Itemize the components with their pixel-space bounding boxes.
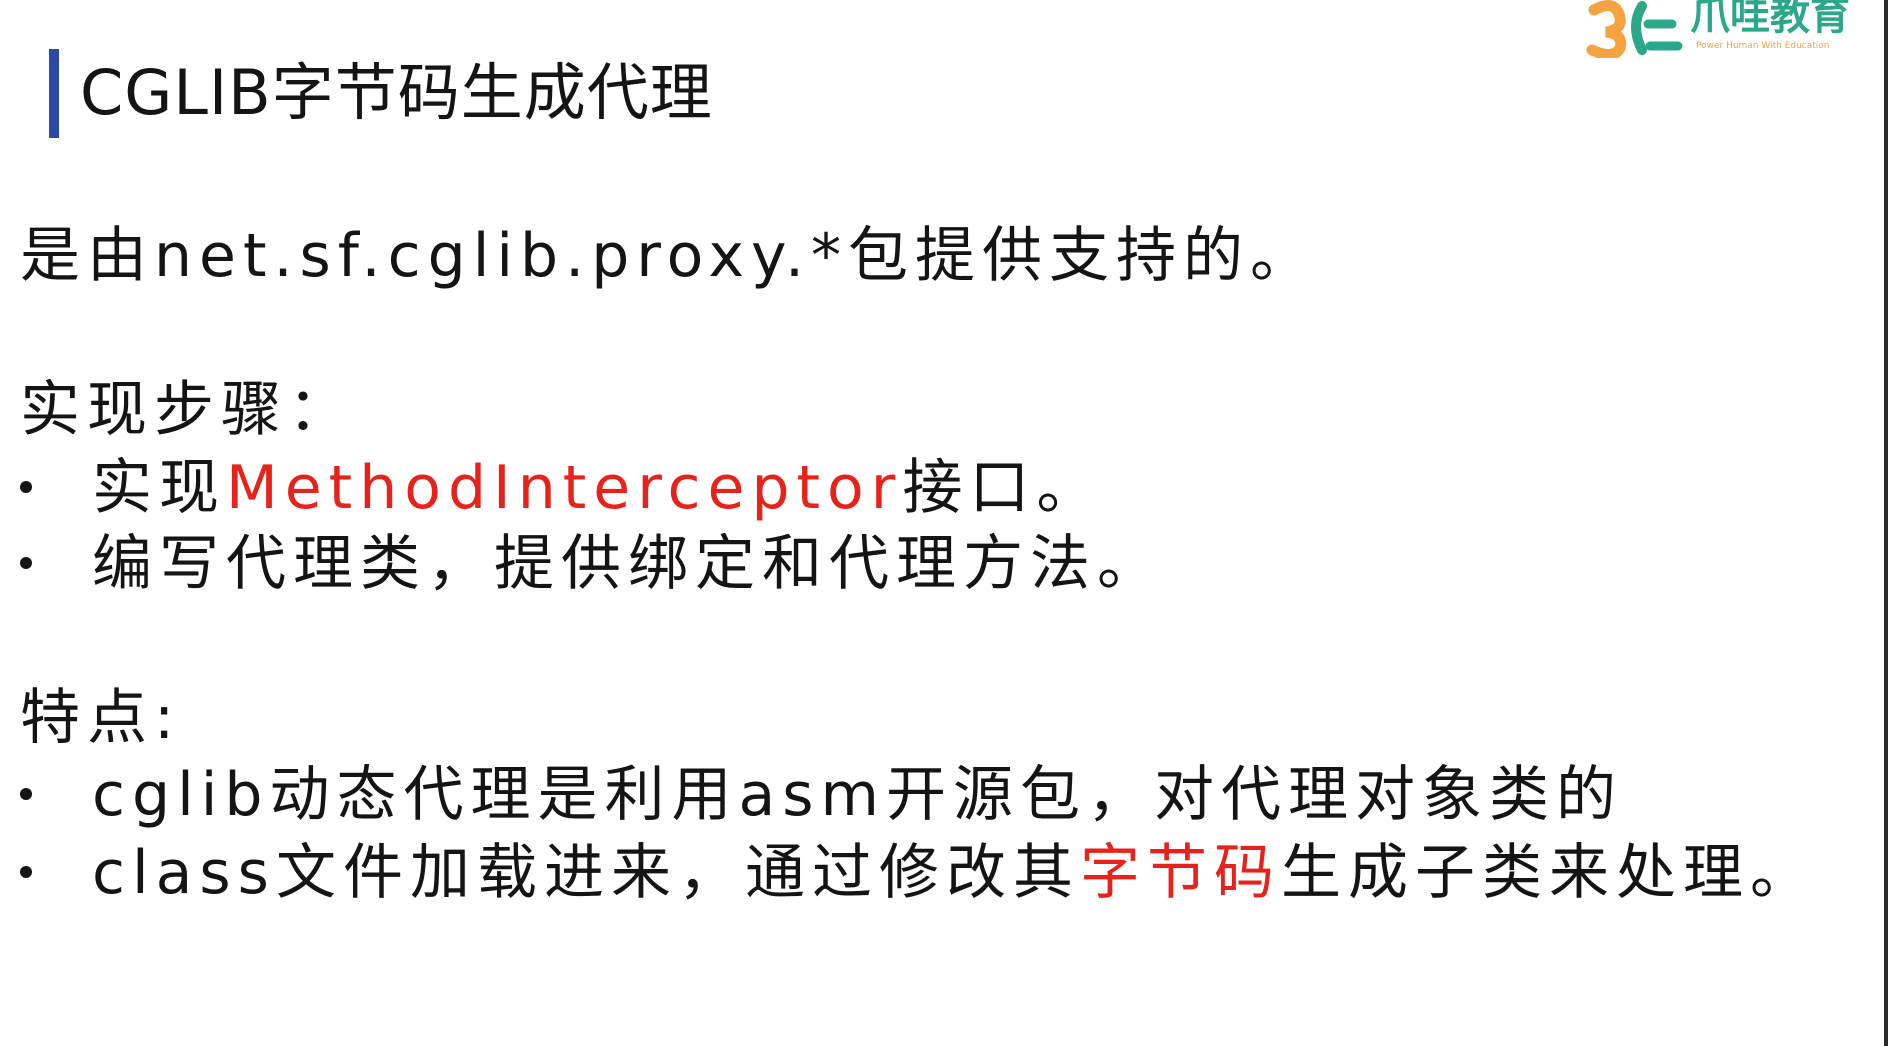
feature-item-2-prefix: class文件加载进来，通过修改其 [92, 838, 1080, 908]
logo-slogan: Power Human With Education [1696, 41, 1830, 51]
step-item-1: 实现MethodInterceptor接口。 [20, 448, 1103, 528]
feature-item-1-text: cglib动态代理是利用asm开源包，对代理对象类的 [92, 760, 1623, 830]
steps-heading: 实现步骤： [20, 375, 355, 445]
logo-mark-icon [1586, 0, 1683, 58]
bullet-icon [20, 788, 32, 801]
feature-item-2: class文件加载进来，通过修改其字节码生成子类来处理。 [20, 833, 1817, 913]
slide-title: CGLIB字节码生成代理 [80, 56, 713, 129]
step-item-2: 编写代理类，提供绑定和代理方法。 [20, 524, 1164, 604]
logo-brand-name: 爪哇教育 [1690, 0, 1850, 39]
step-item-1-prefix: 实现 [92, 453, 226, 523]
intro-line: 是由net.sf.cglib.proxy.*包提供支持的。 [20, 221, 1318, 291]
step-item-1-highlight: MethodInterceptor [226, 453, 903, 523]
slide: CGLIB字节码生成代理 爪哇教育 Power Human With Educa… [0, 0, 1888, 1046]
step-item-1-suffix: 接口。 [902, 453, 1104, 523]
step-item-2-text: 编写代理类，提供绑定和代理方法。 [92, 529, 1164, 599]
feature-item-2-suffix: 生成子类来处理。 [1280, 838, 1817, 908]
bullet-icon [20, 866, 32, 879]
title-accent-bar [49, 49, 59, 138]
features-heading: 特点: [20, 683, 182, 753]
slide-right-border [1884, 0, 1888, 1046]
brand-logo: 爪哇教育 Power Human With Education [1586, 0, 1856, 58]
feature-item-1: cglib动态代理是利用asm开源包，对代理对象类的 [20, 755, 1623, 835]
feature-item-2-highlight: 字节码 [1079, 838, 1281, 908]
bullet-icon [20, 481, 32, 494]
bullet-icon [20, 557, 32, 570]
